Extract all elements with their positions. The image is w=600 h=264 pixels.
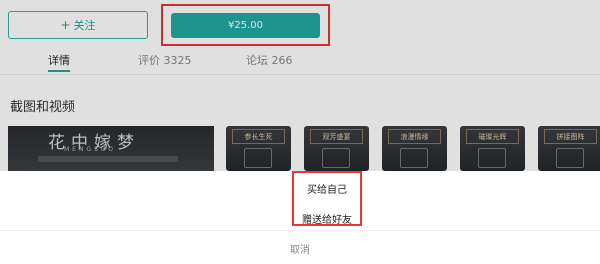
purchase-action-sheet: 买给自己 赠送给好友 取消 (0, 171, 600, 264)
cancel-button[interactable]: 取消 (0, 241, 600, 256)
sheet-divider (0, 230, 600, 231)
options-highlight: 买给自己 赠送给好友 (292, 171, 362, 226)
buy-for-self-option[interactable]: 买给自己 (294, 181, 360, 196)
modal-dim-overlay[interactable] (0, 0, 600, 171)
gift-to-friend-option[interactable]: 赠送给好友 (294, 211, 360, 226)
